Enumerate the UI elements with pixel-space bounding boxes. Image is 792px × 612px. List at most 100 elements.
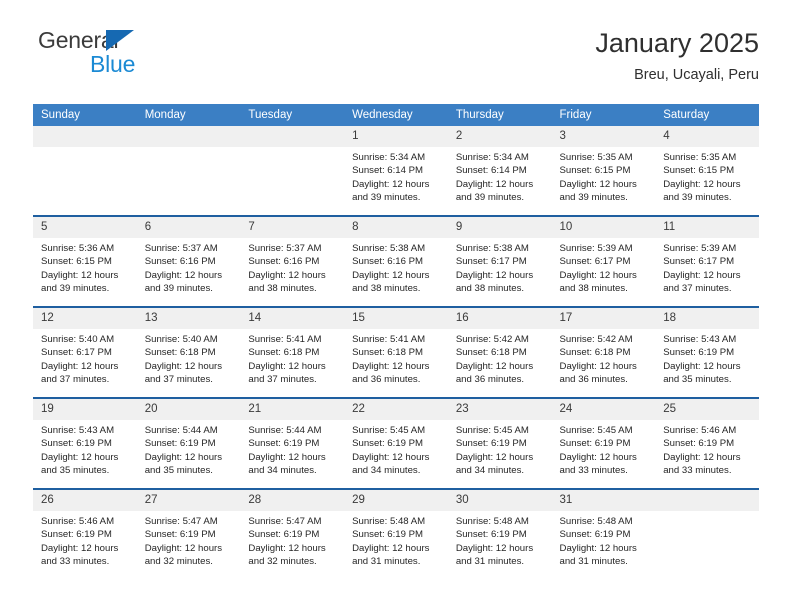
- day-details: Sunrise: 5:43 AM Sunset: 6:19 PM Dayligh…: [33, 420, 137, 477]
- daylight-text-line1: Daylight: 12 hours: [663, 451, 741, 463]
- day-cell[interactable]: [33, 126, 137, 216]
- day-cell[interactable]: 13 Sunrise: 5:40 AM Sunset: 6:18 PM Dayl…: [136, 306, 241, 398]
- daylight-text-line2: and 39 minutes.: [663, 191, 732, 203]
- day-details: [655, 511, 759, 515]
- day-cell[interactable]: [240, 126, 345, 216]
- day-details: Sunrise: 5:43 AM Sunset: 6:19 PM Dayligh…: [655, 329, 759, 386]
- sunrise-text: Sunrise: 5:47 AM: [248, 516, 322, 527]
- sunrise-text: Sunrise: 5:46 AM: [41, 516, 115, 527]
- day-number: 21: [240, 399, 345, 420]
- day-cell[interactable]: 25 Sunrise: 5:46 AM Sunset: 6:19 PM Dayl…: [655, 397, 759, 489]
- day-cell[interactable]: 19 Sunrise: 5:43 AM Sunset: 6:19 PM Dayl…: [33, 397, 137, 489]
- day-number: [33, 126, 137, 147]
- day-cell[interactable]: 18 Sunrise: 5:43 AM Sunset: 6:19 PM Dayl…: [655, 306, 759, 398]
- day-cell[interactable]: 21 Sunrise: 5:44 AM Sunset: 6:19 PM Dayl…: [240, 397, 345, 489]
- sunset-text: Sunset: 6:14 PM: [455, 165, 527, 177]
- daylight-text-line2: and 33 minutes.: [663, 464, 732, 476]
- daylight-text-line2: and 32 minutes.: [248, 555, 317, 567]
- day-cell[interactable]: 29 Sunrise: 5:48 AM Sunset: 6:19 PM Dayl…: [344, 488, 448, 579]
- day-cell[interactable]: 24 Sunrise: 5:45 AM Sunset: 6:19 PM Dayl…: [551, 397, 656, 489]
- daylight-text-line2: and 31 minutes.: [559, 555, 628, 567]
- day-cell[interactable]: 2 Sunrise: 5:34 AM Sunset: 6:14 PM Dayli…: [447, 126, 552, 216]
- day-cell[interactable]: 5 Sunrise: 5:36 AM Sunset: 6:15 PM Dayli…: [33, 215, 137, 307]
- daylight-text-line2: and 37 minutes.: [144, 373, 213, 385]
- day-cell[interactable]: 8 Sunrise: 5:38 AM Sunset: 6:16 PM Dayli…: [344, 215, 448, 307]
- day-cell[interactable]: 20 Sunrise: 5:44 AM Sunset: 6:19 PM Dayl…: [136, 397, 241, 489]
- day-cell[interactable]: 16 Sunrise: 5:42 AM Sunset: 6:18 PM Dayl…: [447, 306, 552, 398]
- weekday-header-saturday: Saturday: [655, 104, 759, 126]
- day-cell[interactable]: 11 Sunrise: 5:39 AM Sunset: 6:17 PM Dayl…: [655, 215, 759, 307]
- day-cell[interactable]: 27 Sunrise: 5:47 AM Sunset: 6:19 PM Dayl…: [136, 488, 241, 579]
- day-details: Sunrise: 5:38 AM Sunset: 6:17 PM Dayligh…: [448, 238, 552, 295]
- daylight-text-line1: Daylight: 12 hours: [663, 269, 741, 281]
- day-cell[interactable]: [136, 126, 241, 216]
- day-details: Sunrise: 5:45 AM Sunset: 6:19 PM Dayligh…: [448, 420, 552, 477]
- sunset-text: Sunset: 6:19 PM: [559, 529, 631, 541]
- day-details: [137, 147, 241, 151]
- day-number: 28: [240, 490, 345, 511]
- daylight-text-line1: Daylight: 12 hours: [455, 178, 534, 190]
- day-number: 29: [344, 490, 448, 511]
- daylight-text-line2: and 38 minutes.: [559, 282, 628, 294]
- daylight-text-line2: and 32 minutes.: [144, 555, 213, 567]
- day-cell[interactable]: 3 Sunrise: 5:35 AM Sunset: 6:15 PM Dayli…: [551, 126, 656, 216]
- daylight-text-line1: Daylight: 12 hours: [144, 542, 223, 554]
- day-cell[interactable]: 12 Sunrise: 5:40 AM Sunset: 6:17 PM Dayl…: [33, 306, 137, 398]
- sunset-text: Sunset: 6:19 PM: [559, 438, 631, 450]
- sunrise-text: Sunrise: 5:36 AM: [41, 243, 115, 254]
- day-cell[interactable]: 15 Sunrise: 5:41 AM Sunset: 6:18 PM Dayl…: [344, 306, 448, 398]
- calendar-header-row: Sunday Monday Tuesday Wednesday Thursday…: [33, 104, 759, 126]
- calendar-page: General Blue January 2025 Breu, Ucayali,…: [0, 0, 792, 612]
- day-cell[interactable]: 17 Sunrise: 5:42 AM Sunset: 6:18 PM Dayl…: [551, 306, 656, 398]
- day-number: 31: [551, 490, 656, 511]
- sunset-text: Sunset: 6:16 PM: [352, 256, 424, 268]
- daylight-text-line2: and 33 minutes.: [559, 464, 628, 476]
- day-cell[interactable]: 6 Sunrise: 5:37 AM Sunset: 6:16 PM Dayli…: [136, 215, 241, 307]
- day-cell[interactable]: 31 Sunrise: 5:48 AM Sunset: 6:19 PM Dayl…: [551, 488, 656, 579]
- sunset-text: Sunset: 6:18 PM: [144, 347, 216, 359]
- sunset-text: Sunset: 6:19 PM: [41, 529, 112, 541]
- day-number: 4: [655, 126, 759, 147]
- sunrise-text: Sunrise: 5:35 AM: [663, 152, 737, 163]
- daylight-text-line2: and 34 minutes.: [455, 464, 525, 476]
- daylight-text-line2: and 34 minutes.: [352, 464, 421, 476]
- daylight-text-line1: Daylight: 12 hours: [663, 360, 741, 372]
- day-cell[interactable]: 4 Sunrise: 5:35 AM Sunset: 6:15 PM Dayli…: [655, 126, 759, 216]
- daylight-text-line2: and 39 minutes.: [352, 191, 421, 203]
- day-details: [240, 147, 344, 151]
- daylight-text-line2: and 38 minutes.: [455, 282, 525, 294]
- day-details: Sunrise: 5:42 AM Sunset: 6:18 PM Dayligh…: [552, 329, 656, 386]
- day-details: Sunrise: 5:37 AM Sunset: 6:16 PM Dayligh…: [240, 238, 344, 295]
- daylight-text-line2: and 37 minutes.: [248, 373, 317, 385]
- sunset-text: Sunset: 6:17 PM: [663, 256, 735, 268]
- day-cell[interactable]: 7 Sunrise: 5:37 AM Sunset: 6:16 PM Dayli…: [240, 215, 345, 307]
- day-cell[interactable]: [655, 488, 759, 579]
- day-number: 24: [551, 399, 656, 420]
- day-cell[interactable]: 9 Sunrise: 5:38 AM Sunset: 6:17 PM Dayli…: [447, 215, 552, 307]
- sunrise-text: Sunrise: 5:48 AM: [352, 516, 426, 527]
- day-cell[interactable]: 28 Sunrise: 5:47 AM Sunset: 6:19 PM Dayl…: [240, 488, 345, 579]
- day-number: 30: [447, 490, 552, 511]
- sunrise-text: Sunrise: 5:47 AM: [144, 516, 218, 527]
- daylight-text-line2: and 38 minutes.: [248, 282, 317, 294]
- day-cell[interactable]: 1 Sunrise: 5:34 AM Sunset: 6:14 PM Dayli…: [344, 126, 448, 216]
- daylight-text-line1: Daylight: 12 hours: [559, 360, 637, 372]
- sunset-text: Sunset: 6:19 PM: [144, 438, 216, 450]
- day-cell[interactable]: 22 Sunrise: 5:45 AM Sunset: 6:19 PM Dayl…: [344, 397, 448, 489]
- sunrise-text: Sunrise: 5:38 AM: [455, 243, 529, 254]
- day-details: Sunrise: 5:34 AM Sunset: 6:14 PM Dayligh…: [448, 147, 552, 204]
- day-cell[interactable]: 26 Sunrise: 5:46 AM Sunset: 6:19 PM Dayl…: [33, 488, 137, 579]
- sunrise-text: Sunrise: 5:41 AM: [248, 334, 322, 345]
- daylight-text-line1: Daylight: 12 hours: [559, 451, 637, 463]
- sunset-text: Sunset: 6:19 PM: [144, 529, 216, 541]
- generalblue-logo[interactable]: General Blue: [33, 26, 243, 88]
- day-cell[interactable]: 23 Sunrise: 5:45 AM Sunset: 6:19 PM Dayl…: [447, 397, 552, 489]
- day-cell[interactable]: 14 Sunrise: 5:41 AM Sunset: 6:18 PM Dayl…: [240, 306, 345, 398]
- sunset-text: Sunset: 6:18 PM: [248, 347, 320, 359]
- sunrise-text: Sunrise: 5:35 AM: [559, 152, 633, 163]
- daylight-text-line1: Daylight: 12 hours: [144, 269, 223, 281]
- day-cell[interactable]: 10 Sunrise: 5:39 AM Sunset: 6:17 PM Dayl…: [551, 215, 656, 307]
- day-cell[interactable]: 30 Sunrise: 5:48 AM Sunset: 6:19 PM Dayl…: [447, 488, 552, 579]
- daylight-text-line2: and 35 minutes.: [41, 464, 110, 476]
- sunrise-text: Sunrise: 5:37 AM: [144, 243, 218, 254]
